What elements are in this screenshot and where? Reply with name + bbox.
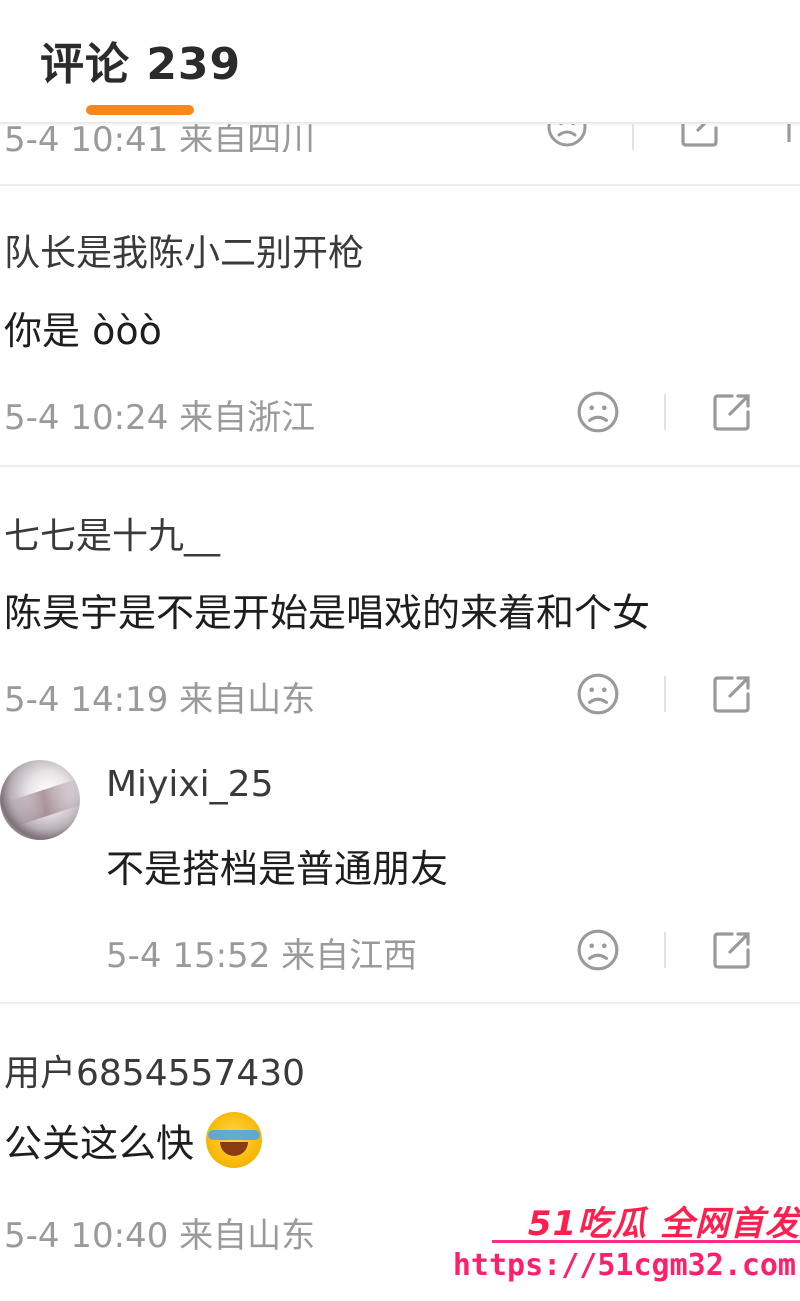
reply-text: 不是搭档是普通朋友	[106, 847, 449, 891]
action-separator	[664, 932, 666, 968]
watermark-brand: 51吃瓜 全网首发	[527, 1204, 800, 1244]
sad-face-icon[interactable]	[576, 928, 620, 972]
action-separator	[664, 676, 666, 712]
comment-divider	[0, 465, 800, 467]
comment-meta: 5-4 10:40 来自山东	[4, 1216, 316, 1256]
comment-username[interactable]: 用户6854557430	[4, 1044, 305, 1096]
share-icon[interactable]	[710, 390, 754, 434]
active-tab-indicator	[86, 105, 194, 115]
sad-face-icon[interactable]	[576, 390, 620, 434]
avatar[interactable]	[0, 760, 80, 840]
share-icon[interactable]	[784, 124, 800, 150]
comments-tab[interactable]: 评论 239	[40, 28, 241, 92]
comment-text-value: 公关这么快	[4, 1121, 195, 1166]
watermark-url: https://51cgm32.com	[452, 1248, 796, 1283]
reply-username[interactable]: Miyixi_25	[106, 764, 273, 805]
comment-divider	[0, 184, 800, 186]
comment-text: 你是 òòò	[4, 309, 162, 353]
share-icon[interactable]	[678, 124, 722, 150]
comment-footer-clipped: 5-4 10:41 来自四川	[0, 124, 800, 152]
sad-face-icon[interactable]	[576, 672, 620, 716]
action-separator	[664, 394, 666, 430]
comment-meta: 5-4 10:41 来自四川	[4, 124, 316, 152]
comment-divider	[0, 1002, 800, 1004]
reply-meta: 5-4 15:52 来自江西	[106, 936, 418, 976]
comment-meta: 5-4 10:24 来自浙江	[4, 398, 316, 438]
watermark-line	[492, 1240, 800, 1243]
comment-text: 公关这么快	[4, 1112, 263, 1168]
comment-text: 陈昊宇是不是开始是唱戏的来着和个女	[4, 591, 651, 635]
share-icon[interactable]	[710, 672, 754, 716]
comment-username[interactable]: 七七是十九__	[4, 507, 220, 559]
comment-meta: 5-4 14:19 来自山东	[4, 680, 316, 720]
action-separator	[632, 124, 634, 150]
sad-face-icon[interactable]	[546, 124, 588, 148]
share-icon[interactable]	[710, 928, 754, 972]
comment-username[interactable]: 队长是我陈小二别开枪	[4, 224, 364, 276]
laughing-crying-emoji-icon	[206, 1112, 263, 1168]
